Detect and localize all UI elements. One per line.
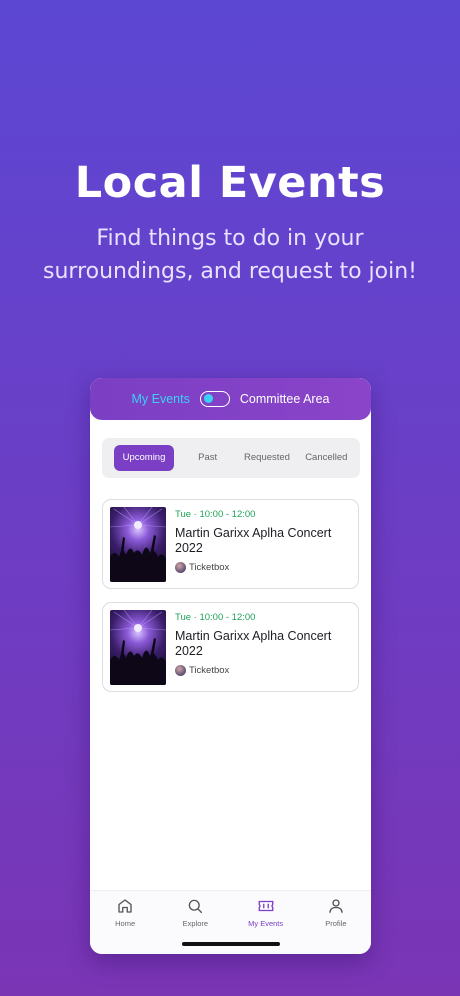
home-indicator [182, 942, 280, 946]
nav-profile-label: Profile [325, 919, 347, 928]
tab-past[interactable]: Past [178, 445, 237, 471]
organizer-name: Ticketbox [189, 665, 230, 676]
toggle-knob [203, 394, 213, 403]
event-status-tabs: Upcoming Past Requested Cancelled [102, 438, 360, 478]
tab-cancelled[interactable]: Cancelled [297, 445, 356, 471]
my-events-mode-label[interactable]: My Events [132, 392, 190, 406]
event-time: Tue · 10:00 - 12:00 [175, 509, 256, 520]
hero-subtitle-line-1: Find things to do in your [96, 226, 364, 251]
organizer: Ticketbox [175, 562, 229, 573]
tab-requested[interactable]: Requested [237, 445, 296, 471]
tab-upcoming[interactable]: Upcoming [114, 445, 174, 471]
top-header: My Events Committee Area [90, 378, 371, 420]
nav-my-events-label: My Events [248, 919, 284, 928]
nav-profile[interactable]: Profile [306, 897, 366, 954]
event-title: Martin Garixx Aplha Concert 2022 [175, 629, 332, 658]
hero-subtitle: Find things to do in your surroundings, … [20, 222, 440, 288]
nav-explore-label: Explore [182, 919, 209, 928]
ticket-icon [258, 900, 274, 912]
hero-subtitle-line-2: surroundings, and request to join! [43, 259, 417, 284]
event-card[interactable]: Tue · 10:00 - 12:00 Martin Garixx Aplha … [102, 499, 359, 589]
nav-home-label: Home [115, 919, 136, 928]
hero-title: Local Events [74, 158, 386, 208]
search-icon [189, 899, 203, 914]
organizer-name: Ticketbox [189, 562, 230, 573]
nav-home[interactable]: Home [95, 897, 155, 954]
home-icon [118, 899, 132, 913]
concert-image [110, 507, 166, 582]
concert-image [110, 610, 166, 685]
event-card[interactable]: Tue · 10:00 - 12:00 Martin Garixx Aplha … [102, 602, 359, 692]
organizer: Ticketbox [175, 665, 229, 676]
event-thumbnail [110, 507, 166, 582]
phone-screen: My Events Committee Area Upcoming Past R… [90, 378, 371, 954]
organizer-avatar [175, 665, 186, 676]
committee-area-label[interactable]: Committee Area [240, 392, 330, 406]
event-title: Martin Garixx Aplha Concert 2022 [175, 526, 332, 555]
event-thumbnail [110, 610, 166, 685]
mode-toggle[interactable] [199, 391, 230, 407]
event-time: Tue · 10:00 - 12:00 [175, 612, 256, 623]
user-icon [329, 899, 343, 913]
organizer-avatar [175, 562, 186, 573]
